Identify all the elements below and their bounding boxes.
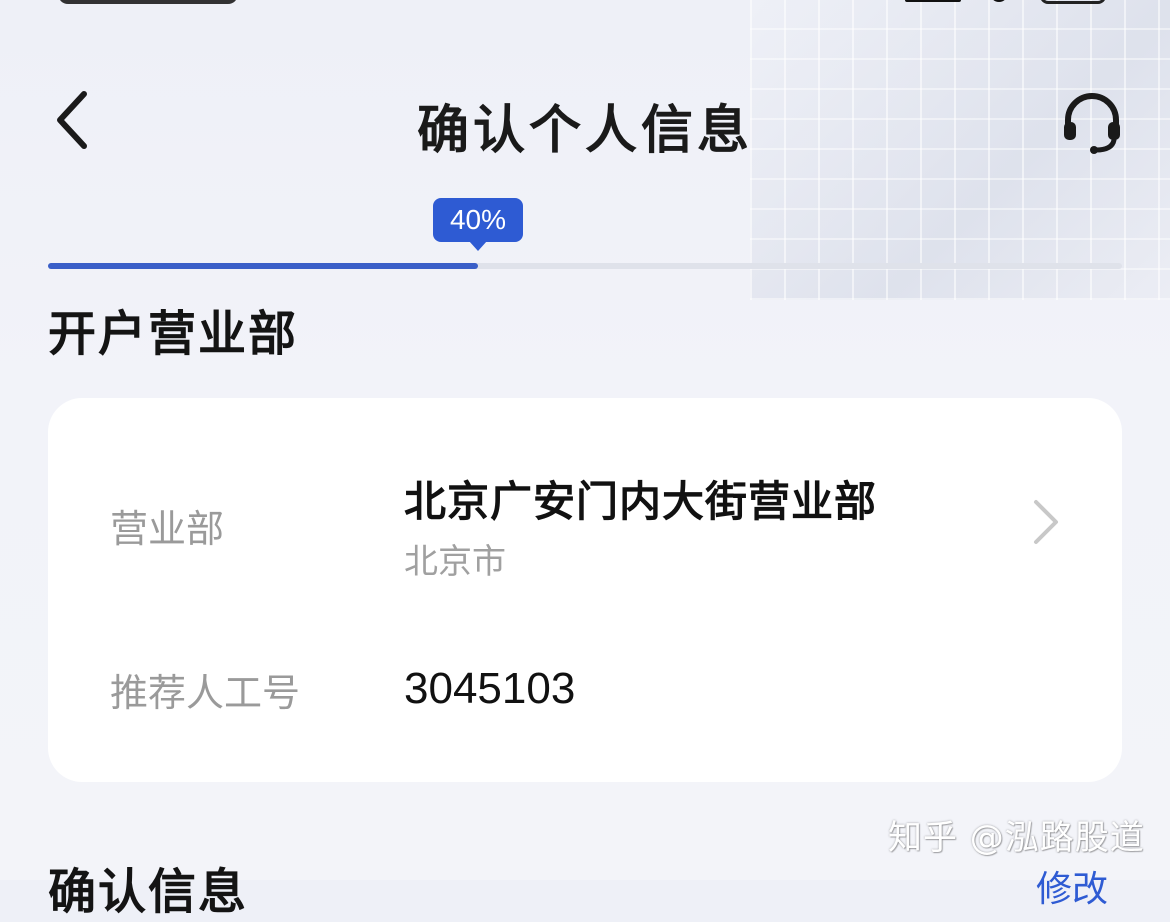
edit-link[interactable]: 修改 [1036,860,1108,912]
navigation-bar: 确认个人信息 [0,80,1170,161]
progress-fill [48,263,478,269]
branch-select-button[interactable] [1026,496,1066,548]
headset-icon [1064,93,1120,154]
referrer-id-value[interactable]: 3045103 [404,664,575,714]
signal-icon [905,0,961,2]
status-time [58,0,238,4]
page-title: 确认个人信息 [416,101,753,161]
branch-name[interactable]: 北京广安门内大街营业部 [404,468,877,529]
status-bar [0,0,1170,8]
branch-label: 营业部 [110,507,225,551]
battery-icon [1040,0,1106,4]
watermark: 知乎 @泓路股道 [888,818,1145,858]
referrer-label: 推荐人工号 [110,671,301,715]
progress-track [48,263,1122,269]
wifi-icon [990,0,1008,2]
progress-badge: 40% [433,198,523,251]
branch-info-card: 营业部 北京广安门内大街营业部 北京市 推荐人工号 3045103 [48,398,1122,782]
branch-city: 北京市 [404,542,506,582]
section-title-branch: 开户营业部 [48,306,299,362]
customer-service-button[interactable] [1056,86,1128,158]
section-title-confirm: 确认信息 [48,864,249,920]
chevron-right-icon [1034,500,1058,544]
progress-indicator: 40% [48,198,1122,278]
